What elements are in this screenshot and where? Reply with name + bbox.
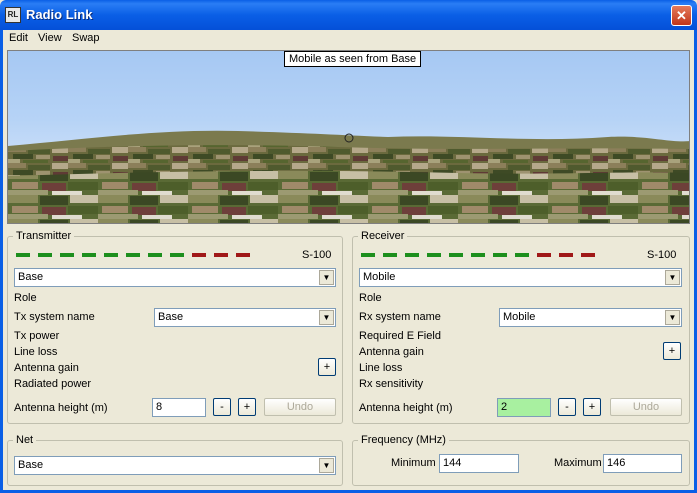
terrain-render <box>8 130 689 223</box>
chevron-down-icon[interactable]: ▼ <box>665 270 680 285</box>
meter-segment <box>236 253 250 257</box>
rx-antenna-height-minus-button[interactable]: - <box>558 398 576 416</box>
title-bar <box>0 0 697 30</box>
transmitter-meter-label: S-100 <box>302 249 332 261</box>
rx-antenna-gain-plus-button[interactable]: + <box>663 342 681 360</box>
chevron-down-icon[interactable]: ▼ <box>319 310 334 325</box>
receiver-title: Receiver <box>358 230 408 242</box>
window-frame-left <box>0 30 3 493</box>
menu-edit[interactable]: Edit <box>9 32 28 44</box>
meter-segment <box>383 253 397 257</box>
rx-system-name-select[interactable]: Mobile ▼ <box>499 308 682 327</box>
meter-segment <box>427 253 441 257</box>
tx-line-loss-label: Line loss <box>14 346 58 358</box>
frequency-title: Frequency (MHz) <box>358 434 449 446</box>
receiver-signal-meter <box>361 253 635 257</box>
rx-system-name-label: Rx system name <box>359 311 441 323</box>
tx-radiated-power-label: Radiated power <box>14 378 92 390</box>
meter-segment <box>82 253 96 257</box>
meter-segment <box>60 253 74 257</box>
terrain-view[interactable] <box>7 50 690 224</box>
chevron-down-icon[interactable]: ▼ <box>319 458 334 473</box>
close-button[interactable]: ✕ <box>671 5 692 26</box>
tx-system-name-select[interactable]: Base ▼ <box>154 308 336 327</box>
meter-segment <box>170 253 184 257</box>
rx-antenna-gain-label: Antenna gain <box>359 346 424 358</box>
meter-segment <box>361 253 375 257</box>
frequency-min-input[interactable]: 144 <box>439 454 519 473</box>
window-title: Radio Link <box>26 7 93 22</box>
rx-sensitivity-label: Rx sensitivity <box>359 378 424 390</box>
meter-segment <box>537 253 551 257</box>
receiver-unit-value: Mobile <box>363 271 396 283</box>
app-icon[interactable]: RL <box>5 7 21 23</box>
meter-segment <box>559 253 573 257</box>
rx-antenna-height-label: Antenna height (m) <box>359 402 453 414</box>
net-value: Base <box>18 459 44 471</box>
frequency-max-label: Maximum <box>554 457 602 469</box>
net-select[interactable]: Base ▼ <box>14 456 336 475</box>
meter-segment <box>449 253 463 257</box>
tx-system-name-value: Base <box>158 311 184 323</box>
meter-segment <box>493 253 507 257</box>
tx-antenna-gain-plus-button[interactable]: + <box>318 358 336 376</box>
tx-antenna-height-label: Antenna height (m) <box>14 402 108 414</box>
transmitter-title: Transmitter <box>13 230 75 242</box>
tx-power-label: Tx power <box>14 330 60 342</box>
tx-antenna-height-plus-button[interactable]: + <box>238 398 256 416</box>
rx-system-name-value: Mobile <box>503 311 536 323</box>
rx-antenna-height-input[interactable]: 2 <box>497 398 551 417</box>
tx-antenna-height-minus-button[interactable]: - <box>213 398 231 416</box>
meter-segment <box>515 253 529 257</box>
transmitter-role-label: Role <box>14 292 37 304</box>
view-label: Mobile as seen from Base <box>284 51 422 67</box>
meter-segment <box>471 253 485 257</box>
menu-view[interactable]: View <box>38 32 62 44</box>
rx-undo-button[interactable]: Undo <box>610 398 682 416</box>
receiver-meter-label: S-100 <box>647 249 677 261</box>
meter-segment <box>104 253 118 257</box>
receiver-unit-select[interactable]: Mobile ▼ <box>359 268 682 287</box>
transmitter-signal-meter <box>16 253 290 257</box>
frequency-max-input[interactable]: 146 <box>603 454 682 473</box>
menu-swap[interactable]: Swap <box>72 32 100 44</box>
chevron-down-icon[interactable]: ▼ <box>665 310 680 325</box>
meter-segment <box>126 253 140 257</box>
meter-segment <box>148 253 162 257</box>
tx-antenna-gain-label: Antenna gain <box>14 362 79 374</box>
tx-undo-button[interactable]: Undo <box>264 398 336 416</box>
meter-segment <box>192 253 206 257</box>
meter-segment <box>581 253 595 257</box>
meter-segment <box>16 253 30 257</box>
transmitter-unit-select[interactable]: Base ▼ <box>14 268 336 287</box>
meter-segment <box>214 253 228 257</box>
tx-system-name-label: Tx system name <box>14 311 95 323</box>
transmitter-unit-value: Base <box>18 271 44 283</box>
chevron-down-icon[interactable]: ▼ <box>319 270 334 285</box>
net-title: Net <box>13 434 37 446</box>
tx-antenna-height-input[interactable]: 8 <box>152 398 206 417</box>
meter-segment <box>405 253 419 257</box>
rx-antenna-height-plus-button[interactable]: + <box>583 398 601 416</box>
meter-segment <box>38 253 52 257</box>
rx-required-e-field-label: Required E Field <box>359 330 441 342</box>
rx-line-loss-label: Line loss <box>359 362 403 374</box>
frequency-min-label: Minimum <box>391 457 436 469</box>
receiver-role-label: Role <box>359 292 382 304</box>
